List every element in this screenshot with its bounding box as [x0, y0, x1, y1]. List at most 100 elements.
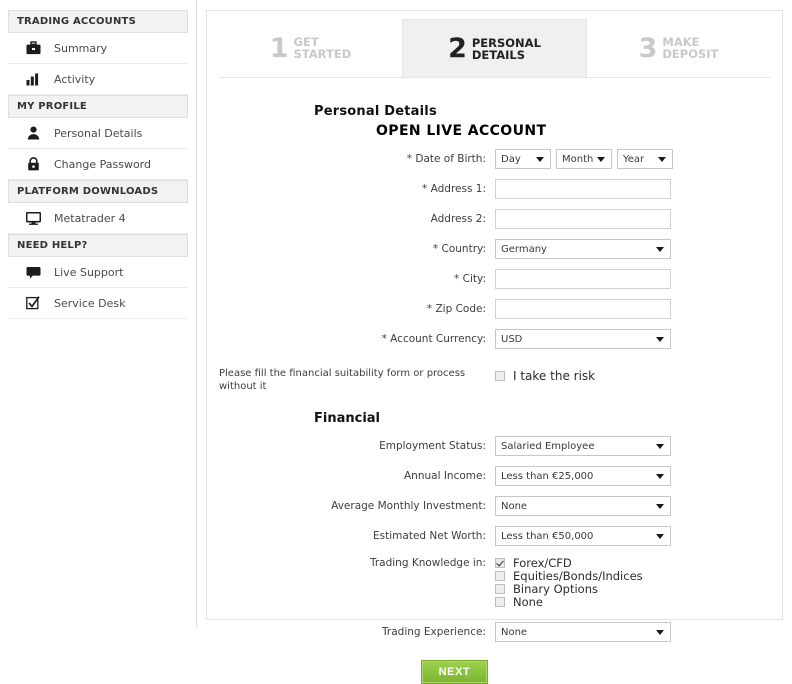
checked-box-icon: [22, 294, 44, 312]
label-trading-knowledge: Trading Knowledge in:: [369, 557, 486, 569]
sidebar-item-personal-details[interactable]: Personal Details: [8, 118, 188, 149]
average-monthly-investment-select[interactable]: None: [495, 496, 671, 516]
financial-suitability-note: Please fill the financial suitability fo…: [219, 368, 466, 392]
main-content: 1 GET STARTED 2 PERSONAL DETAILS 3 MAKE …: [197, 0, 792, 684]
step-personal-details[interactable]: 2 PERSONAL DETAILS: [402, 19, 587, 77]
label-account-currency: * Account Currency:: [381, 333, 486, 345]
date-of-birth-group: Day Month Year: [495, 149, 673, 169]
trading-knowledge-checkbox[interactable]: [495, 596, 505, 607]
chevron-down-icon: [597, 157, 605, 162]
sidebar-item-activity[interactable]: Activity: [8, 64, 188, 95]
address-2-input[interactable]: [495, 209, 671, 229]
country-select[interactable]: Germany: [495, 239, 671, 259]
sidebar-section-header-need-help: NEED HELP?: [8, 234, 188, 257]
chevron-down-icon: [656, 337, 664, 342]
chevron-down-icon: [536, 157, 544, 162]
trading-knowledge-checkbox[interactable]: [495, 570, 505, 581]
trading-knowledge-option-label: Forex/CFD: [513, 555, 572, 570]
field-row-annual-income: Annual Income: Less than €25,000: [207, 466, 782, 486]
sidebar-item-live-support[interactable]: Live Support: [8, 257, 188, 288]
label-date-of-birth: * Date of Birth:: [406, 153, 486, 165]
sidebar-item-metatrader-4[interactable]: Metatrader 4: [8, 203, 188, 234]
chat-bubble-icon: [22, 263, 44, 281]
registration-card: 1 GET STARTED 2 PERSONAL DETAILS 3 MAKE …: [206, 10, 783, 684]
step-number: 2: [448, 33, 467, 64]
trading-knowledge-option-label: Binary Options: [513, 581, 598, 596]
annual-income-value: Less than €25,000: [501, 470, 594, 482]
risk-disclosure-row: Please fill the financial suitability fo…: [207, 367, 782, 393]
account-currency-value: USD: [501, 333, 523, 345]
label-estimated-net-worth: Estimated Net Worth:: [373, 530, 486, 542]
zip-code-input[interactable]: [495, 299, 671, 319]
field-row-address-1: * Address 1:: [207, 179, 782, 199]
field-row-trading-experience: Trading Experience: None: [207, 622, 782, 642]
dob-year-value: Year: [623, 153, 645, 165]
next-button[interactable]: NEXT: [420, 660, 489, 684]
trading-knowledge-checkbox[interactable]: [495, 557, 505, 568]
form-heading-block: Personal Details OPEN LIVE ACCOUNT: [207, 104, 782, 139]
chevron-down-icon: [656, 247, 664, 252]
field-row-date-of-birth: * Date of Birth: Day Month Year: [207, 149, 782, 169]
step-label-line2: DEPOSIT: [662, 47, 719, 61]
sidebar: TRADING ACCOUNTS Summary Activity MY PRO…: [0, 0, 197, 627]
trading-knowledge-option-label: Equities/Bonds/Indices: [513, 568, 643, 583]
dob-month-select[interactable]: Month: [556, 149, 612, 169]
step-get-started[interactable]: 1 GET STARTED: [219, 19, 402, 77]
trading-knowledge-option-equities-bonds-indices[interactable]: Equities/Bonds/Indices: [495, 568, 643, 583]
label-zip-code: * Zip Code:: [426, 303, 486, 315]
section-title-financial: Financial: [314, 411, 381, 426]
step-number: 3: [638, 32, 658, 64]
registration-form: Personal Details OPEN LIVE ACCOUNT * Dat…: [207, 78, 782, 684]
sidebar-item-label: Service Desk: [54, 296, 126, 310]
address-1-input[interactable]: [495, 179, 671, 199]
label-city: * City:: [454, 273, 486, 285]
label-average-monthly-investment: Average Monthly Investment:: [331, 500, 486, 512]
sidebar-item-label: Summary: [54, 41, 108, 55]
bar-chart-icon: [22, 70, 44, 88]
field-row-city: * City:: [207, 269, 782, 289]
field-row-address-2: Address 2:: [207, 209, 782, 229]
sidebar-section-header-my-profile: MY PROFILE: [8, 95, 188, 118]
trading-experience-value: None: [501, 626, 528, 638]
trading-experience-select[interactable]: None: [495, 622, 671, 642]
user-icon: [22, 124, 44, 142]
field-row-employment-status: Employment Status: Salaried Employee: [207, 436, 782, 456]
briefcase-icon: [22, 39, 44, 57]
step-number: 1: [269, 32, 289, 64]
sidebar-section-header-platform-downloads: PLATFORM DOWNLOADS: [8, 180, 188, 203]
estimated-net-worth-select[interactable]: Less than €50,000: [495, 526, 671, 546]
sidebar-item-change-password[interactable]: Change Password: [8, 149, 188, 180]
chevron-down-icon: [656, 504, 664, 509]
annual-income-select[interactable]: Less than €25,000: [495, 466, 671, 486]
field-row-country: * Country: Germany: [207, 239, 782, 259]
page-title: Personal Details: [314, 104, 437, 119]
step-label-line2: DETAILS: [471, 47, 526, 62]
sidebar-item-label: Live Support: [54, 265, 124, 279]
chevron-down-icon: [656, 534, 664, 539]
step-make-deposit[interactable]: 3 MAKE DEPOSIT: [587, 19, 770, 77]
app-root: TRADING ACCOUNTS Summary Activity MY PRO…: [0, 0, 792, 684]
employment-status-value: Salaried Employee: [501, 440, 595, 452]
take-the-risk-checkbox[interactable]: [495, 371, 505, 381]
label-annual-income: Annual Income:: [403, 470, 486, 482]
trading-knowledge-option-forex-cfd[interactable]: Forex/CFD: [495, 555, 643, 570]
sidebar-item-label: Activity: [54, 72, 96, 86]
sidebar-item-service-desk[interactable]: Service Desk: [8, 288, 188, 319]
trading-knowledge-option-none[interactable]: None: [495, 594, 643, 609]
trading-knowledge-option-label: None: [513, 594, 544, 609]
lock-icon: [22, 155, 44, 173]
label-address-1: * Address 1:: [422, 183, 486, 195]
city-input[interactable]: [495, 269, 671, 289]
dob-day-select[interactable]: Day: [495, 149, 551, 169]
sidebar-section-header-trading-accounts: TRADING ACCOUNTS: [8, 10, 188, 33]
account-currency-select[interactable]: USD: [495, 329, 671, 349]
sidebar-item-summary[interactable]: Summary: [8, 33, 188, 64]
employment-status-select[interactable]: Salaried Employee: [495, 436, 671, 456]
page-subtitle: OPEN LIVE ACCOUNT: [376, 123, 547, 139]
label-employment-status: Employment Status:: [379, 440, 486, 452]
trading-knowledge-checkbox[interactable]: [495, 583, 505, 594]
trading-knowledge-option-binary-options[interactable]: Binary Options: [495, 581, 643, 596]
trading-knowledge-options: Forex/CFD Equities/Bonds/Indices Binary …: [495, 555, 643, 609]
dob-year-select[interactable]: Year: [617, 149, 673, 169]
field-row-account-currency: * Account Currency: USD: [207, 329, 782, 349]
